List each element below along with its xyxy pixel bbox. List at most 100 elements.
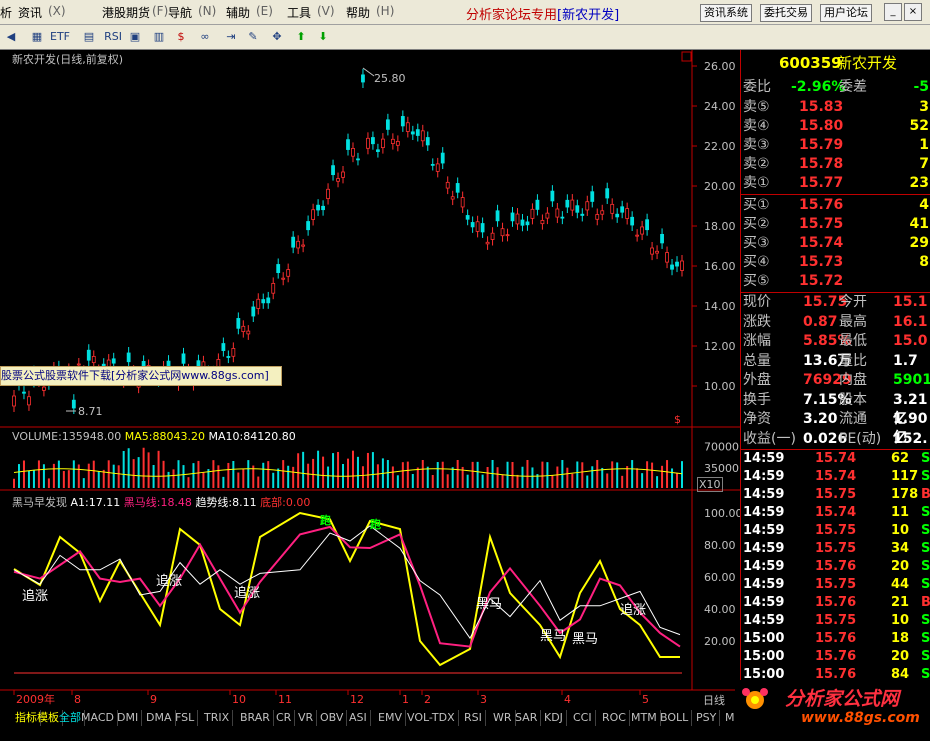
quote-stat-row: 总量 13.6万 量比 1.7 <box>743 352 918 369</box>
indicator-tab[interactable]: TRIX <box>201 710 234 726</box>
up-arrow-icon[interactable]: ⬆ <box>292 28 310 46</box>
signal-annotation: 追涨 <box>234 585 260 601</box>
table-icon[interactable]: ▥ <box>150 28 168 46</box>
tick-row: 15:00 15.76 20 S <box>743 649 930 664</box>
candle-body <box>376 149 380 152</box>
close-icon[interactable]: × <box>904 3 922 21</box>
menu-hk-futures[interactable]: 港股期货 <box>102 4 150 21</box>
chart-icon[interactable]: ▤ <box>80 28 98 46</box>
move-icon[interactable]: ✥ <box>268 28 286 46</box>
menu-help[interactable]: 帮助 <box>346 4 370 21</box>
back-icon[interactable]: ◀ <box>2 28 20 46</box>
pen-icon[interactable]: ✎ <box>244 28 262 46</box>
candle-body <box>475 221 480 232</box>
indicator-tab[interactable]: OBV <box>317 710 348 726</box>
candle-body <box>635 234 640 237</box>
x-tick-label: 8 <box>74 693 81 706</box>
candle-body <box>625 208 630 219</box>
menu-navigate[interactable]: 导航 <box>168 4 192 21</box>
ad-banner[interactable]: 股票公式股票软件下载[分析家公式网www.88gs.com] <box>0 366 282 386</box>
link-icon[interactable]: ∞ <box>196 28 214 46</box>
down-arrow-icon[interactable]: ⬇ <box>314 28 332 46</box>
indicator-tab[interactable]: BRAR <box>237 710 274 726</box>
indicator-tab[interactable]: PSY <box>693 710 721 726</box>
price-tick-label: 14.00 <box>704 300 736 313</box>
candle-body <box>71 399 76 409</box>
site-logo: 分析家公式网 www.88gs.com <box>735 680 930 738</box>
dollar-icon[interactable]: $ <box>172 28 190 46</box>
chart-title: 新农开发(日线,前复权) <box>12 53 124 66</box>
indicator-tab[interactable]: KDJ <box>541 710 567 726</box>
quote-stat-row: 涨跌 0.87 最高 16.1 <box>743 313 928 330</box>
price-tick-label: 16.00 <box>704 260 736 273</box>
indicator-tab[interactable]: ASI <box>346 710 371 726</box>
grid-icon[interactable]: ▣ <box>126 28 144 46</box>
corner-box[interactable] <box>681 51 692 62</box>
candle-body <box>415 129 420 136</box>
indicator-tab[interactable]: RSI <box>461 710 486 726</box>
candle-body <box>356 158 360 161</box>
high-label: 25.80 <box>374 72 406 85</box>
candle-body <box>296 240 301 249</box>
doc-icon[interactable]: ▦ <box>28 28 46 46</box>
candle-body <box>281 277 286 280</box>
forum-title: 分析家论坛专用[新农开发] <box>466 8 620 23</box>
menu-news[interactable]: 资讯 <box>18 4 42 21</box>
sell-order-row: 卖① 15.77 23 <box>743 175 929 191</box>
candle-body <box>405 122 410 132</box>
dollar-mark: $ <box>674 413 681 426</box>
candle-body <box>640 226 645 235</box>
candle-body <box>111 358 116 364</box>
indicator-tab[interactable]: SAR <box>512 710 542 726</box>
minimize-icon[interactable]: _ <box>884 3 902 21</box>
export-icon[interactable]: ⇥ <box>222 28 240 46</box>
tick-row: 14:59 15.76 20 S <box>743 559 930 574</box>
indicator-tab[interactable]: CR <box>273 710 296 726</box>
candle-body <box>321 205 325 211</box>
stock-header: 600359 新农开发 <box>741 54 930 73</box>
tick-row: 15:00 15.76 18 S <box>743 631 930 646</box>
buy-order-row: 买④ 15.73 8 <box>743 254 929 270</box>
candle-body <box>22 391 26 394</box>
indicator-tab[interactable]: VOL-TDX <box>404 710 459 726</box>
quote-stat-row: 换手 7.15% 股本 3.21亿 <box>743 391 928 427</box>
indicator-tab[interactable]: BOLL <box>657 710 693 726</box>
indicator-tab[interactable]: ROC <box>599 710 630 726</box>
x-tick-label: 2 <box>424 693 431 706</box>
news-system-button[interactable]: 资讯系统 <box>700 4 752 22</box>
etf-icon[interactable]: ETF <box>50 28 70 46</box>
candle-body <box>276 264 281 274</box>
indicator-tab[interactable]: EMV <box>375 710 406 726</box>
candle-body <box>460 197 465 208</box>
candle-body <box>430 163 435 166</box>
candle-body <box>291 236 296 248</box>
candle-body <box>410 131 415 135</box>
rsi-icon[interactable]: RSI <box>104 28 122 46</box>
forum-button[interactable]: 用户论坛 <box>820 4 872 22</box>
menu-assist[interactable]: 辅助 <box>226 4 250 21</box>
indicator-tab[interactable]: MACD <box>78 710 118 726</box>
period-label[interactable]: 日线 <box>703 692 725 708</box>
signal-annotation: 黑马 <box>540 629 566 644</box>
quote-stat-row: 净资 3.20 流通 1.90亿 <box>743 411 928 446</box>
candle-body <box>665 252 669 263</box>
x-tick-label: 4 <box>564 693 571 706</box>
indicator-tab[interactable]: DMI <box>114 710 143 726</box>
menu-tools[interactable]: 工具 <box>287 4 311 21</box>
candle-body <box>126 352 131 363</box>
menu-analysis[interactable]: 析 <box>0 4 12 21</box>
indicator-tab[interactable]: MTM <box>628 710 661 726</box>
volume-unit: X10 <box>697 477 723 492</box>
indicator-tab[interactable]: VR <box>295 710 318 726</box>
trade-button[interactable]: 委托交易 <box>760 4 812 22</box>
indicator-tab[interactable]: FSL <box>172 710 199 726</box>
indicator-tab[interactable]: DMA <box>143 710 176 726</box>
pao-label-2: 跑 <box>370 518 381 531</box>
candle-body <box>271 283 276 294</box>
buy-order-row: 买⑤ 15.72 <box>743 273 844 289</box>
indicator-tab[interactable]: CCI <box>570 710 596 726</box>
indicator-tick-label: 80.00 <box>704 539 736 552</box>
candle-body <box>326 188 330 199</box>
x-tick-label: 1 <box>402 693 409 706</box>
weibi-row: 委比 -2.96% 委差 -5 <box>743 79 929 95</box>
